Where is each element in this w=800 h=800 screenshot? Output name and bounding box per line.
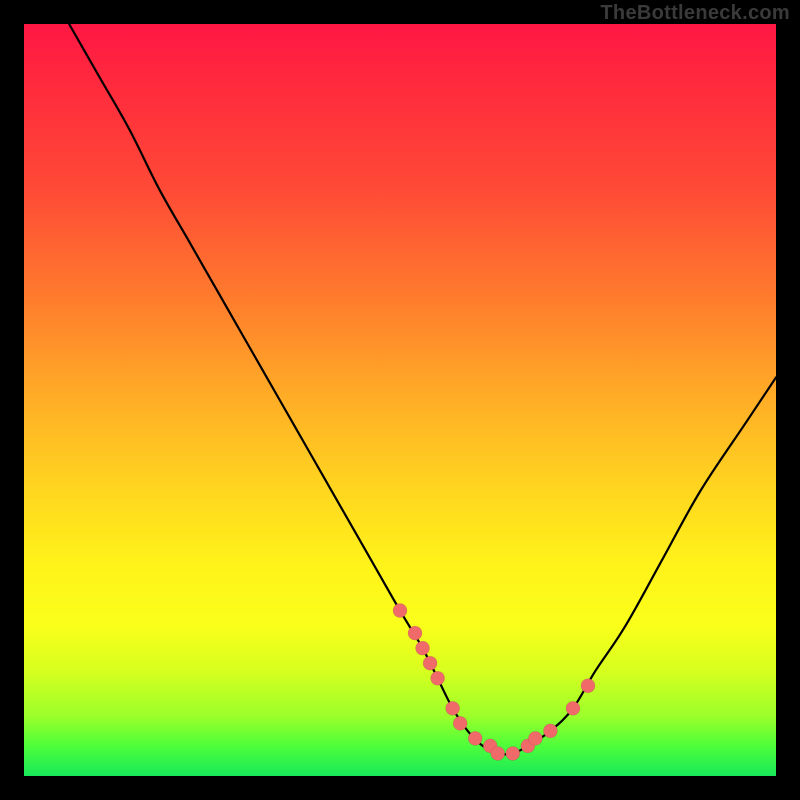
data-point [416, 641, 430, 655]
plot-svg [24, 24, 776, 776]
data-point [581, 679, 595, 693]
data-point [423, 656, 437, 670]
data-point [468, 731, 482, 745]
data-point [453, 716, 467, 730]
data-point [528, 731, 542, 745]
data-point [408, 626, 422, 640]
data-point [543, 724, 557, 738]
data-points-group [393, 604, 595, 761]
data-point [491, 746, 505, 760]
attribution-text: TheBottleneck.com [600, 2, 790, 25]
data-point [446, 701, 460, 715]
data-point [506, 746, 520, 760]
data-point [393, 604, 407, 618]
data-point [566, 701, 580, 715]
data-point [431, 671, 445, 685]
